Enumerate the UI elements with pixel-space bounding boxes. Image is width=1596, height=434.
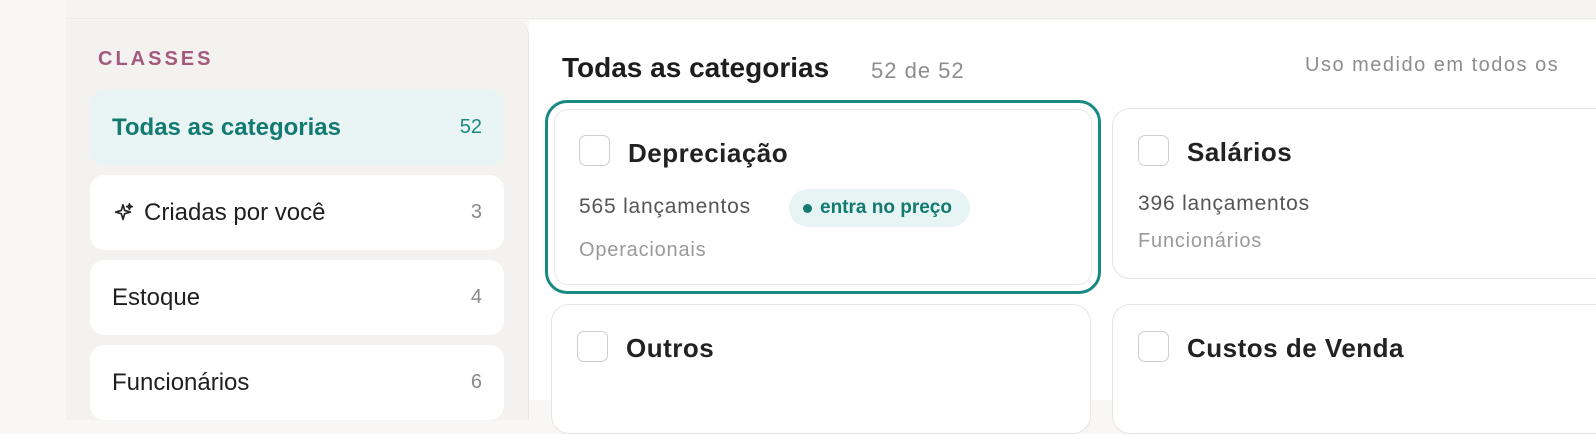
dot-icon [803,203,812,213]
sidebar-item-count: 4 [470,286,482,308]
sidebar-item-funcionarios[interactable]: Funcionários 6 [90,345,504,420]
card-title: Salários [1187,137,1293,167]
sidebar-item-label: Todas as categorias [112,113,341,141]
badge-label: entra no preço [820,197,952,218]
sidebar-item-count: 6 [470,371,482,393]
result-count: 52 de 52 [871,58,965,83]
card-checkbox[interactable] [579,135,610,166]
card-group: Operacionais [579,239,707,261]
sparkle-icon [114,202,133,220]
category-card-custos-de-venda[interactable]: Custos de Venda [1112,304,1596,434]
sidebar-item-criadas-por-voce[interactable]: Criadas por você 3 [90,175,504,250]
sidebar-item-count: 52 [459,116,482,138]
sidebar-section-title: CLASSES [98,48,214,70]
price-badge: entra no preço [789,189,970,227]
card-title: Depreciação [628,138,789,168]
sidebar-item-todas-as-categorias[interactable]: Todas as categorias 52 [90,90,504,165]
sidebar-item-label: Estoque [112,283,201,311]
card-group: Funcionários [1138,230,1263,252]
usage-note: Uso medido em todos os [1305,54,1560,76]
sidebar-item-count: 3 [470,201,482,223]
card-checkbox[interactable] [1138,135,1169,166]
category-card-depreciacao[interactable]: Depreciação 565 lançamentos entra no pre… [545,100,1101,294]
sidebar-item-label-wrap: Criadas por você [112,199,471,227]
card-checkbox[interactable] [577,331,608,362]
category-card-outros[interactable]: Outros [551,304,1091,434]
sidebar-item-label: Funcionários [112,368,250,396]
card-entry-count: 396 lançamentos [1138,192,1310,215]
top-bar [66,0,1596,19]
sidebar-item-estoque[interactable]: Estoque 4 [90,260,504,335]
sidebar-item-label: Criadas por você [144,198,326,226]
category-card-salarios[interactable]: Salários 396 lançamentos Funcionários [1112,108,1596,279]
page-title: Todas as categorias [562,52,830,83]
card-title: Outros [626,333,715,363]
card-checkbox[interactable] [1138,331,1169,362]
main-panel: Todas as categorias 52 de 52 Uso medido … [529,20,1596,434]
card-entry-count: 565 lançamentos [579,195,751,218]
card-title: Custos de Venda [1187,333,1404,363]
sidebar: CLASSES Todas as categorias 52 Criadas p… [66,20,529,420]
